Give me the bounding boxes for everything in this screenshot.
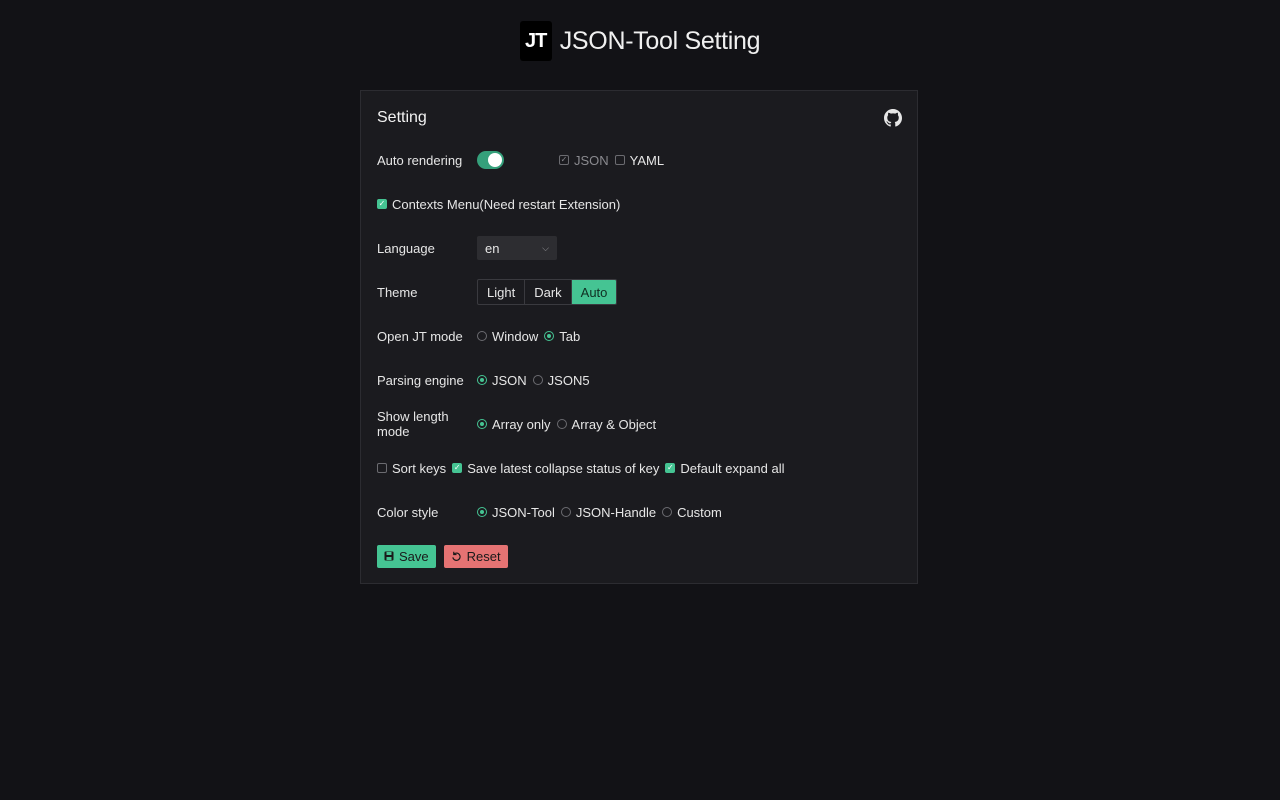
contexts-menu-check-icon: ✓ <box>377 199 387 209</box>
length-array-only-radio[interactable]: Array only <box>477 417 551 432</box>
color-jsonhandle-label: JSON-Handle <box>575 504 657 520</box>
length-array-only-label: Array only <box>492 416 551 432</box>
chevron-down-icon: ⌵ <box>542 242 549 253</box>
auto-rendering-toggle[interactable] <box>477 151 504 169</box>
save-button[interactable]: Save <box>377 544 436 568</box>
color-jsontool-label: JSON-Tool <box>492 504 555 520</box>
auto-rendering-row: Auto rendering ✓ JSON YAML <box>377 148 670 172</box>
color-jsonhandle-radio[interactable]: JSON-Handle <box>560 504 657 520</box>
json-checkbox[interactable]: ✓ JSON <box>559 153 609 168</box>
misc-options-row: Sort keys ✓ Save latest collapse status … <box>377 456 790 480</box>
show-length-row: Show length mode Array only Array & Obje… <box>377 409 662 439</box>
save-collapse-checkbox[interactable]: ✓ Save latest collapse status of key <box>452 461 659 476</box>
theme-label: Theme <box>377 284 418 300</box>
auto-rendering-label: Auto rendering <box>377 152 463 168</box>
default-expand-checkbox[interactable]: ✓ Default expand all <box>665 461 784 476</box>
sort-keys-check-icon <box>377 463 387 473</box>
open-mode-tab-label: Tab <box>559 328 581 344</box>
open-mode-label: Open JT mode <box>377 328 463 344</box>
color-jsontool-radio[interactable]: JSON-Tool <box>477 505 555 520</box>
yaml-checkbox[interactable]: YAML <box>614 152 665 168</box>
theme-light-button[interactable]: Light <box>478 280 526 304</box>
page-header: JT JSON-Tool Setting <box>0 20 1280 62</box>
radio-checked-icon <box>477 507 487 517</box>
color-style-label: Color style <box>377 504 439 520</box>
sort-keys-checkbox[interactable]: Sort keys <box>377 461 446 476</box>
color-style-row: Color style JSON-Tool JSON-Handle Custom <box>377 500 728 524</box>
page-title: JSON-Tool Setting <box>559 26 761 55</box>
color-custom-label: Custom <box>677 504 722 520</box>
contexts-menu-row: ✓ Contexts Menu(Need restart Extension) <box>377 192 626 216</box>
open-mode-window-label: Window <box>492 328 539 344</box>
theme-auto-button[interactable]: Auto <box>571 280 617 304</box>
save-icon <box>384 551 394 561</box>
radio-icon <box>556 419 567 429</box>
save-button-label: Save <box>399 548 429 564</box>
radio-icon <box>560 507 571 517</box>
card-title: Setting <box>377 109 427 126</box>
contexts-menu-checkbox[interactable]: ✓ Contexts Menu(Need restart Extension) <box>377 197 620 212</box>
parsing-engine-row: Parsing engine JSON JSON5 <box>377 368 596 392</box>
show-length-label: Show length mode <box>377 409 449 439</box>
actions-row: Save Reset <box>377 544 516 568</box>
github-icon[interactable] <box>884 109 902 127</box>
parsing-json5-label: JSON5 <box>547 372 590 388</box>
color-custom-radio[interactable]: Custom <box>662 505 722 520</box>
toggle-knob <box>488 153 502 167</box>
language-label: Language <box>377 240 435 256</box>
yaml-check-icon <box>614 155 625 165</box>
parsing-json5-radio[interactable]: JSON5 <box>532 372 590 388</box>
language-select[interactable]: en ⌵ <box>477 236 557 260</box>
open-mode-row: Open JT mode Window Tab <box>377 324 586 348</box>
yaml-checkbox-label: YAML <box>629 152 665 168</box>
reset-button[interactable]: Reset <box>443 544 508 568</box>
open-mode-tab-radio[interactable]: Tab <box>544 329 580 344</box>
contexts-menu-label: Contexts Menu(Need restart Extension) <box>392 196 621 212</box>
sort-keys-label: Sort keys <box>392 460 447 476</box>
reset-icon <box>451 551 462 562</box>
save-collapse-check-icon: ✓ <box>452 463 463 473</box>
radio-icon <box>477 331 487 341</box>
radio-checked-icon <box>477 419 487 429</box>
save-collapse-label: Save latest collapse status of key <box>467 460 660 476</box>
theme-button-group: Light Dark Auto <box>477 279 618 305</box>
parsing-engine-label: Parsing engine <box>377 372 464 388</box>
reset-button-label: Reset <box>466 548 501 564</box>
json-checkbox-label: JSON <box>574 152 609 168</box>
length-array-object-label: Array & Object <box>571 416 657 432</box>
parsing-json-label: JSON <box>492 372 527 388</box>
length-array-object-radio[interactable]: Array & Object <box>556 416 657 432</box>
theme-row: Theme Light Dark Auto <box>377 279 618 305</box>
radio-checked-icon <box>544 331 555 341</box>
default-expand-label: Default expand all <box>680 460 785 476</box>
open-mode-window-radio[interactable]: Window <box>477 329 538 344</box>
radio-icon <box>532 375 543 385</box>
default-expand-check-icon: ✓ <box>665 463 676 473</box>
theme-dark-button[interactable]: Dark <box>525 280 572 304</box>
language-value: en <box>485 240 500 256</box>
app-logo: JT <box>519 21 552 61</box>
language-row: Language en ⌵ <box>377 236 557 260</box>
settings-card: Setting Auto rendering ✓ JSON YAML ✓ Con… <box>360 90 918 584</box>
parsing-json-radio[interactable]: JSON <box>477 373 527 388</box>
radio-icon <box>662 507 673 517</box>
json-check-icon: ✓ <box>559 155 569 165</box>
radio-checked-icon <box>477 375 487 385</box>
